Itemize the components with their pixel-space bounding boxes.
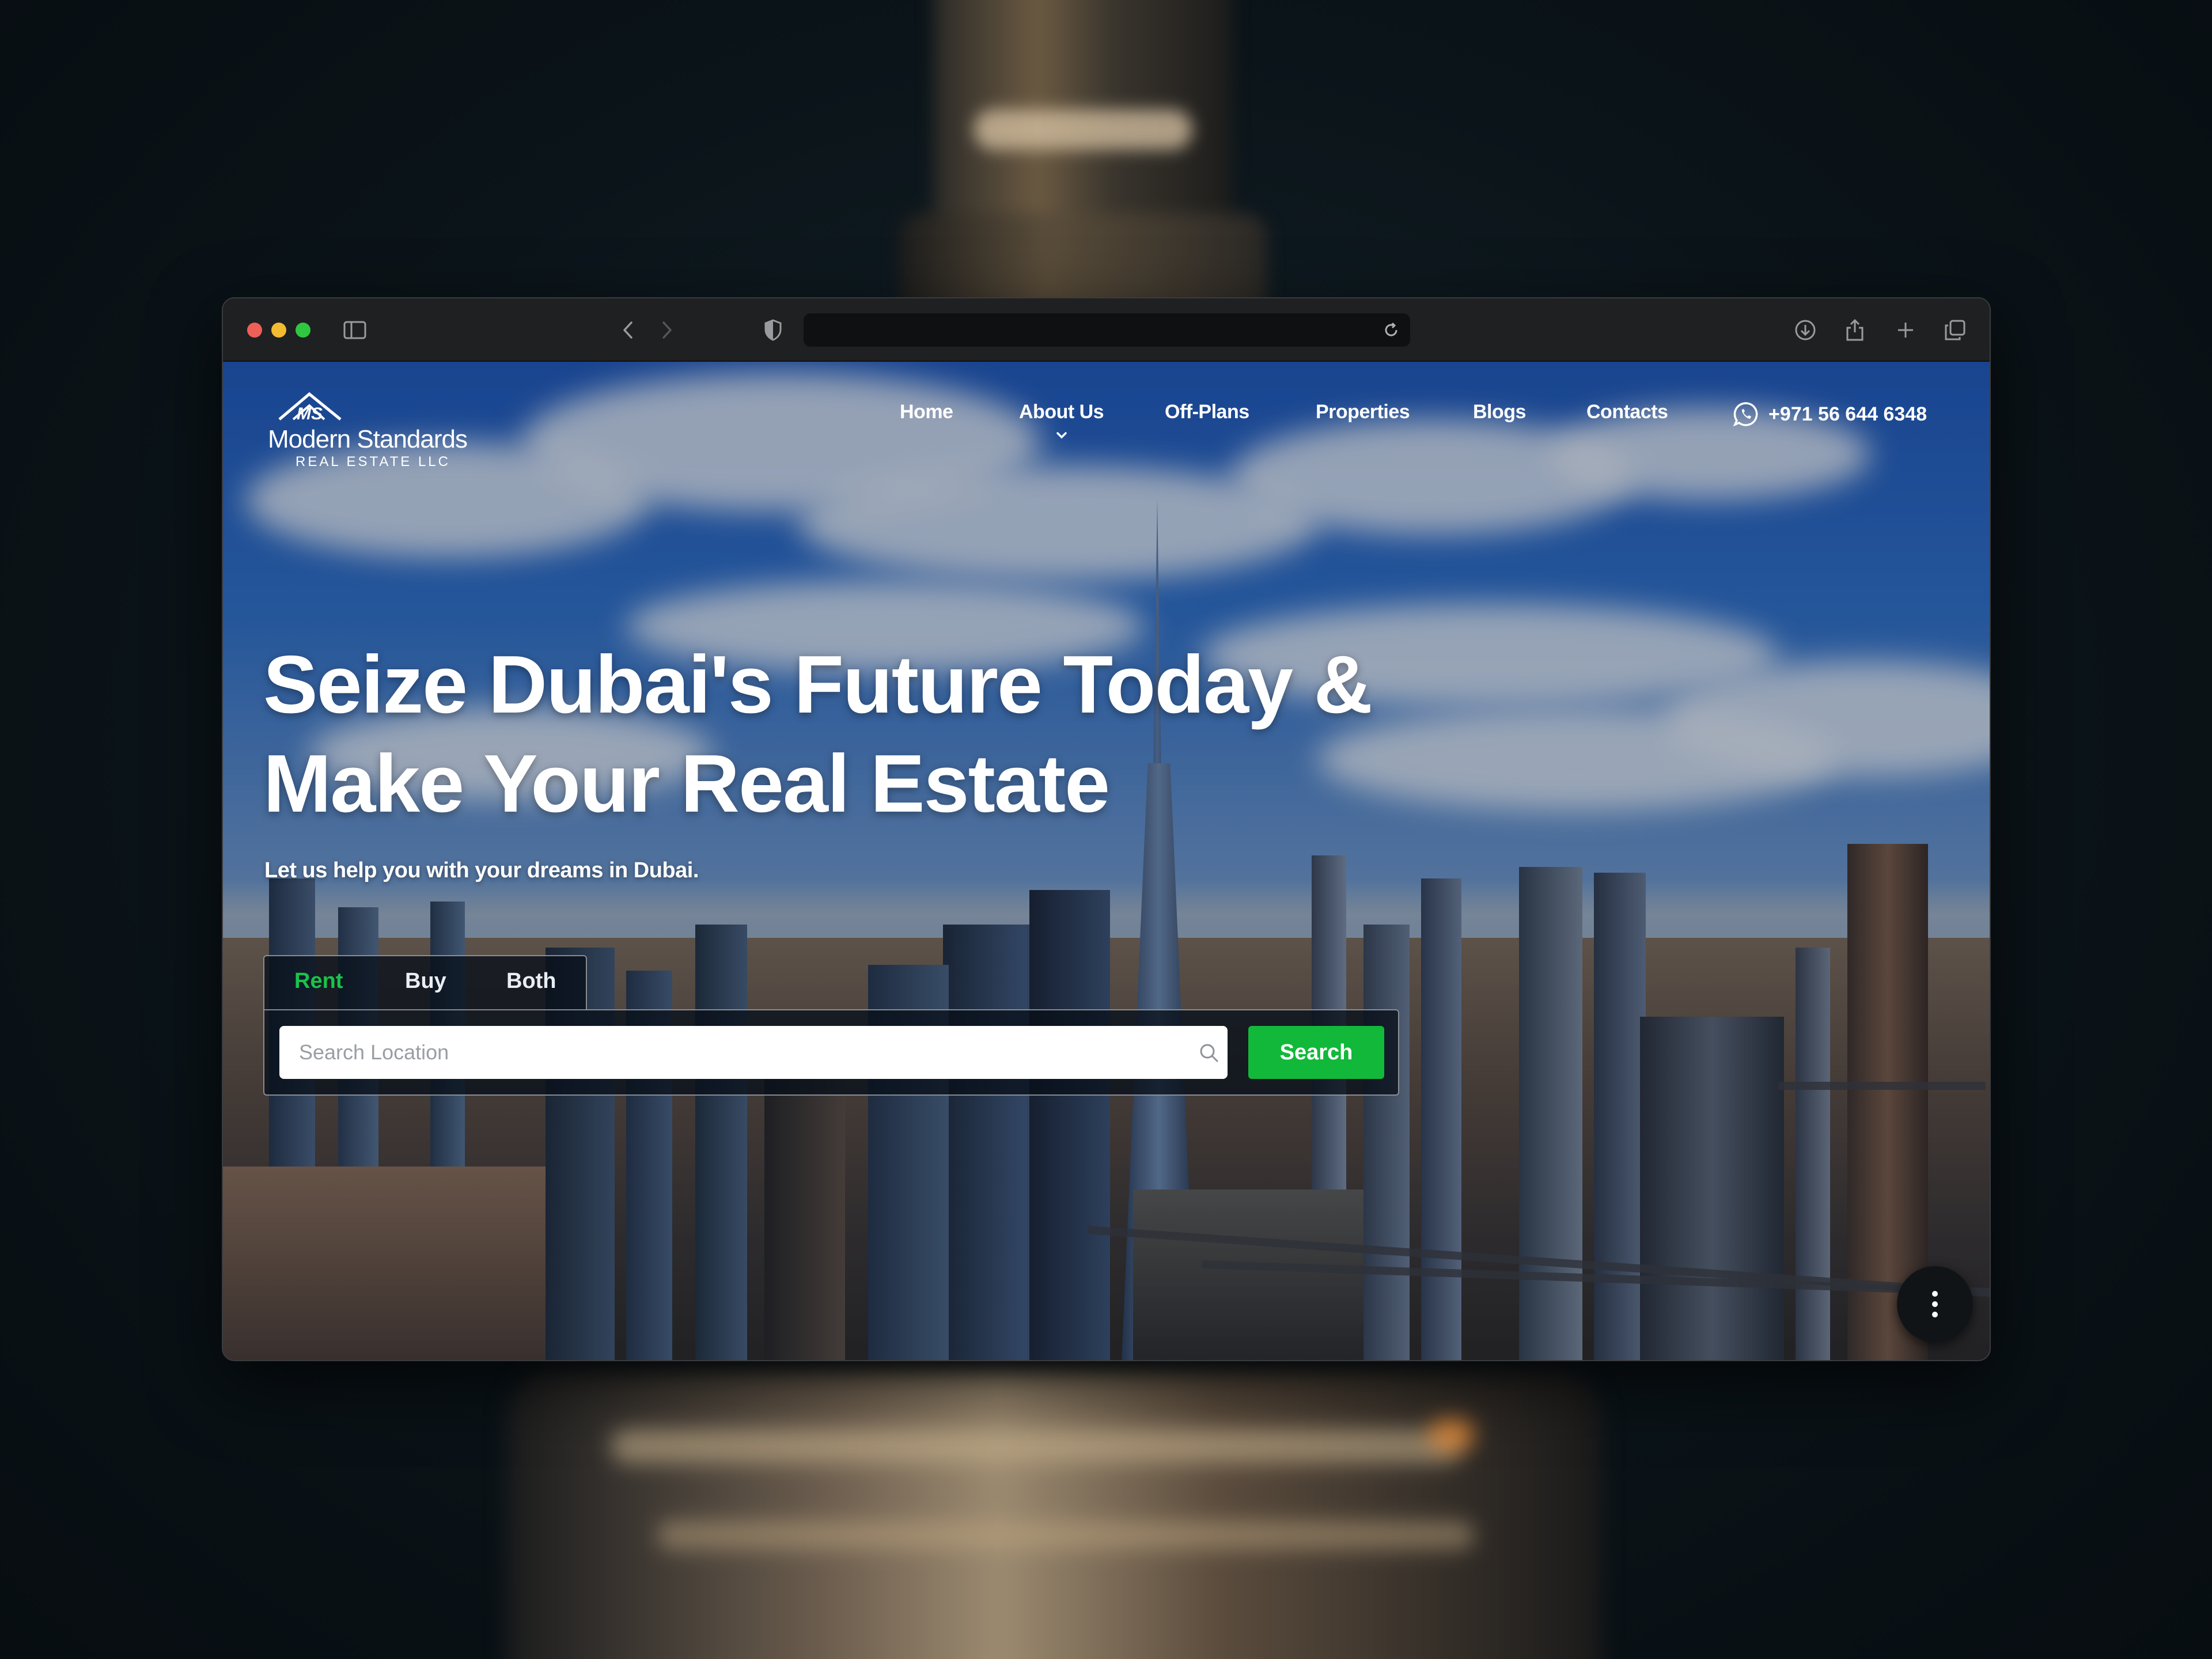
nav-blogs[interactable]: Blogs (1473, 401, 1526, 423)
nav-home[interactable]: Home (900, 401, 953, 423)
hero-title: Seize Dubai's Future Today & Make Your R… (263, 635, 1531, 834)
share-icon[interactable] (1842, 317, 1868, 343)
nav-properties[interactable]: Properties (1316, 401, 1410, 423)
search-panel: Search (263, 1009, 1399, 1096)
sidebar-toggle-icon[interactable] (342, 317, 368, 343)
search-button[interactable]: Search (1248, 1026, 1384, 1079)
tab-overview-icon[interactable] (1942, 317, 1968, 343)
logo-subtitle: REAL ESTATE LLC (296, 454, 450, 469)
vertical-dots-icon (1932, 1289, 1938, 1320)
forward-icon[interactable] (654, 317, 680, 343)
whatsapp-icon (1733, 402, 1758, 427)
tab-rent[interactable]: Rent (294, 969, 343, 994)
browser-toolbar (223, 298, 1990, 362)
more-options-button[interactable] (1897, 1266, 1973, 1342)
nav-about-us[interactable]: About Us (1019, 401, 1104, 423)
back-icon[interactable] (615, 317, 641, 343)
hero-title-line-2: Make Your Real Estate (263, 738, 1110, 830)
search-icon (1200, 1044, 1218, 1062)
privacy-shield-icon[interactable] (760, 317, 786, 343)
tab-both[interactable]: Both (506, 969, 556, 994)
backdrop-tower-top (830, 0, 1336, 334)
main-nav: Home About Us Off-Plans Properties Blogs… (223, 401, 1990, 439)
phone-link[interactable]: +971 56 644 6348 (1733, 401, 1927, 427)
new-tab-icon[interactable] (1892, 317, 1919, 343)
download-icon[interactable] (1792, 317, 1819, 343)
close-window-button[interactable] (247, 323, 262, 338)
search-location-input[interactable] (279, 1026, 1228, 1079)
search-mode-tabs: Rent Buy Both (263, 955, 587, 1010)
phone-number: +971 56 644 6348 (1768, 403, 1927, 425)
hero-subtitle: Let us help you with your dreams in Duba… (264, 858, 699, 882)
backdrop-tower-bottom (300, 1348, 1855, 1659)
reload-icon[interactable] (1378, 317, 1404, 343)
tab-buy[interactable]: Buy (405, 969, 446, 994)
website-page: MS Modern Standards REAL ESTATE LLC Home… (223, 362, 1990, 1360)
address-bar[interactable] (804, 313, 1410, 347)
nav-off-plans[interactable]: Off-Plans (1165, 401, 1249, 423)
hero-title-line-1: Seize Dubai's Future Today & (263, 639, 1373, 730)
minimize-window-button[interactable] (271, 323, 286, 338)
maximize-window-button[interactable] (296, 323, 310, 338)
nav-contacts[interactable]: Contacts (1586, 401, 1668, 423)
browser-window: MS Modern Standards REAL ESTATE LLC Home… (222, 297, 1991, 1361)
chevron-down-icon[interactable] (1055, 429, 1069, 442)
